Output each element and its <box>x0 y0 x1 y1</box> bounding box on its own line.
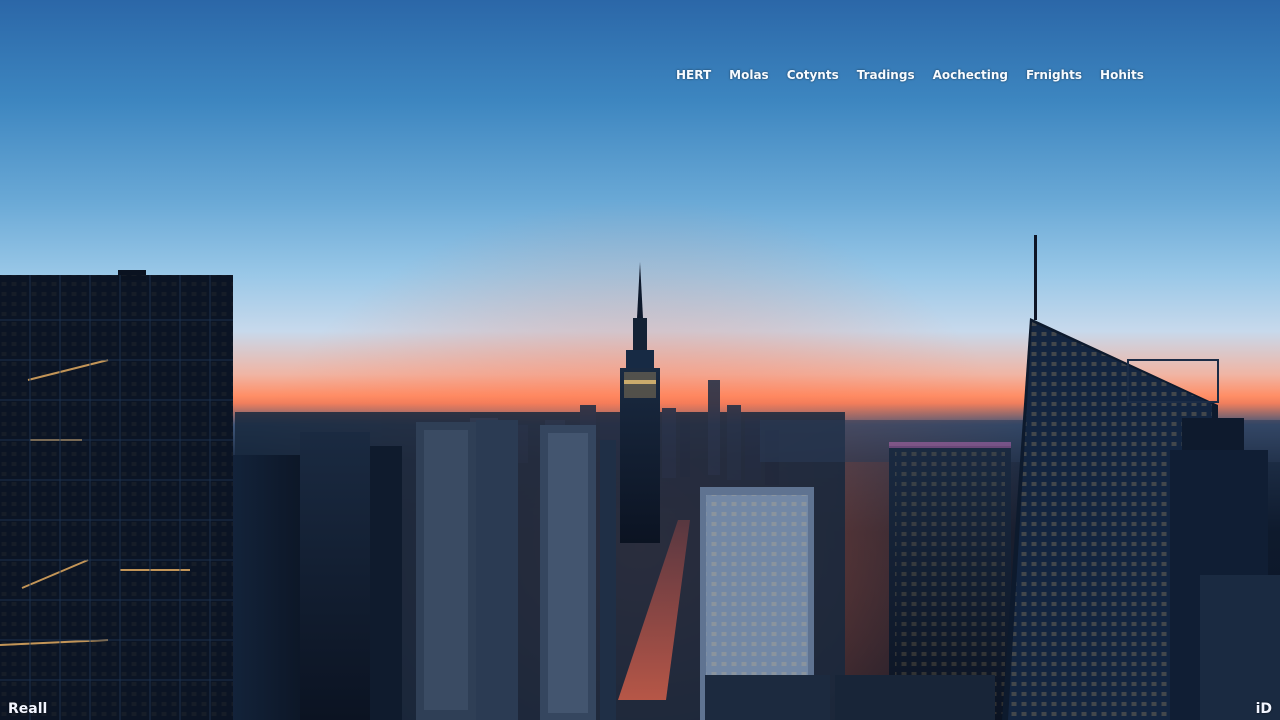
id-logo-icon: iD <box>1255 701 1272 717</box>
city-skyline-illustration <box>0 235 1280 720</box>
rooftop-center <box>705 675 830 720</box>
mid-left-buildings <box>232 420 616 720</box>
far-right-tower <box>1170 418 1280 720</box>
rooftop-right <box>835 675 995 720</box>
central-spire-building <box>620 262 660 543</box>
foreground-left-glass-tower <box>0 270 233 720</box>
brand-label[interactable]: Reall <box>8 701 47 717</box>
